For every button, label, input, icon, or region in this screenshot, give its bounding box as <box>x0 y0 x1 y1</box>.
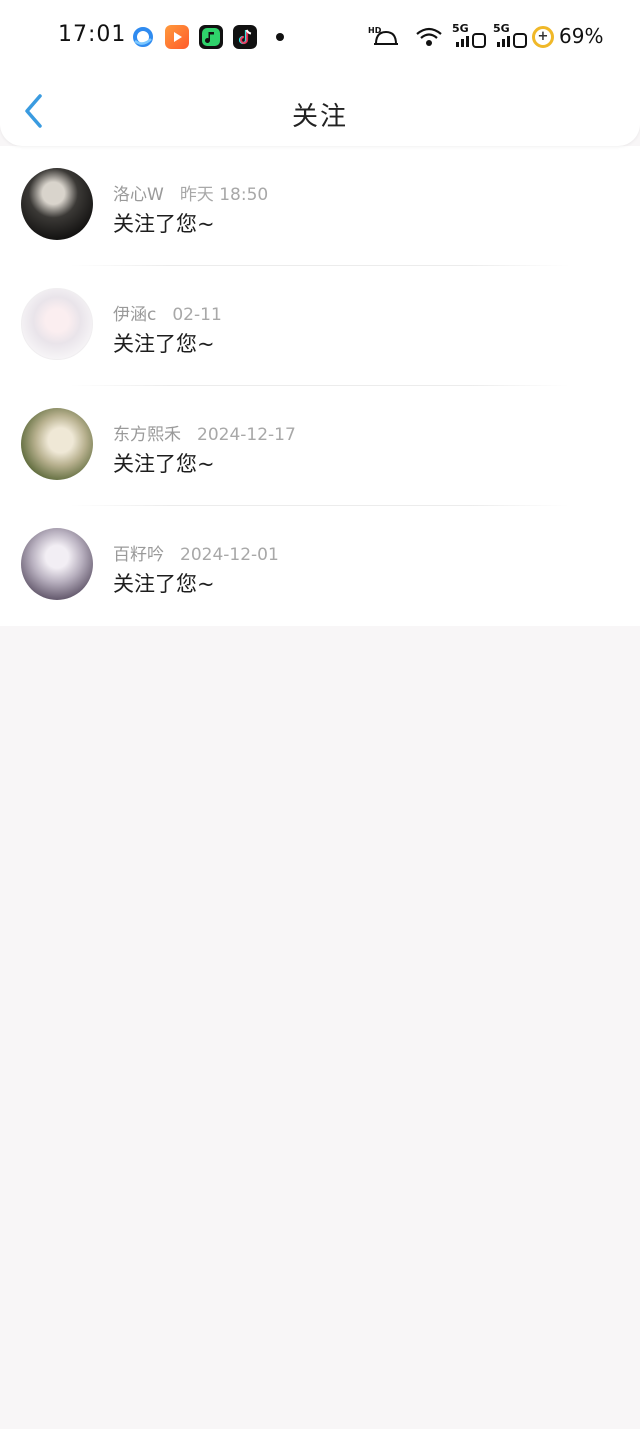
signal-5g-icon: 5G <box>493 22 529 50</box>
empty-area <box>0 626 640 1429</box>
tiktok-app-icon <box>233 25 257 49</box>
avatar[interactable] <box>21 288 93 360</box>
avatar[interactable] <box>21 408 93 480</box>
status-time: 17:01 <box>58 22 127 47</box>
item-meta: 东方熙禾 2024-12-17 <box>113 420 296 445</box>
signal-5g-icon: 5G <box>452 22 488 50</box>
message-text: 关注了您~ <box>113 452 215 476</box>
list-item[interactable]: 洛心W 昨天 18:50 关注了您~ <box>0 146 640 266</box>
wifi-icon <box>414 24 444 50</box>
timestamp: 02-11 <box>172 305 222 325</box>
username[interactable]: 百籽吟 <box>113 545 164 565</box>
avatar[interactable] <box>21 528 93 600</box>
timestamp: 2024-12-01 <box>180 545 279 565</box>
battery-saver-icon: + <box>532 26 554 48</box>
username[interactable]: 伊涵c <box>113 305 156 325</box>
video-app-icon <box>165 25 189 49</box>
timestamp: 昨天 18:50 <box>179 185 269 205</box>
top-header: 17:01 HD 5G 5G + 69% 关注 <box>0 0 640 146</box>
message-text: 关注了您~ <box>113 212 215 236</box>
notification-dot <box>276 33 284 41</box>
music-app-icon <box>199 25 223 49</box>
item-meta: 伊涵c 02-11 <box>113 300 222 325</box>
item-meta: 百籽吟 2024-12-01 <box>113 540 279 565</box>
page-title: 关注 <box>291 102 348 132</box>
avatar[interactable] <box>21 168 93 240</box>
browser-app-icon <box>131 25 155 49</box>
status-bar: 17:01 HD 5G 5G + 69% <box>0 0 640 72</box>
list-item[interactable]: 东方熙禾 2024-12-17 关注了您~ <box>0 386 640 506</box>
battery-percent: 69% <box>559 24 604 48</box>
item-meta: 洛心W 昨天 18:50 <box>113 180 268 205</box>
follow-notification-list: 洛心W 昨天 18:50 关注了您~ 伊涵c 02-11 关注了您~ 东方熙禾 202… <box>0 146 640 626</box>
timestamp: 2024-12-17 <box>197 425 296 445</box>
list-item[interactable]: 伊涵c 02-11 关注了您~ <box>0 266 640 386</box>
username[interactable]: 洛心W <box>113 185 164 205</box>
message-text: 关注了您~ <box>113 332 215 356</box>
message-text: 关注了您~ <box>113 572 215 596</box>
list-item[interactable]: 百籽吟 2024-12-01 关注了您~ <box>0 506 640 626</box>
username[interactable]: 东方熙禾 <box>113 425 181 445</box>
hd-call-icon: HD <box>368 24 404 50</box>
